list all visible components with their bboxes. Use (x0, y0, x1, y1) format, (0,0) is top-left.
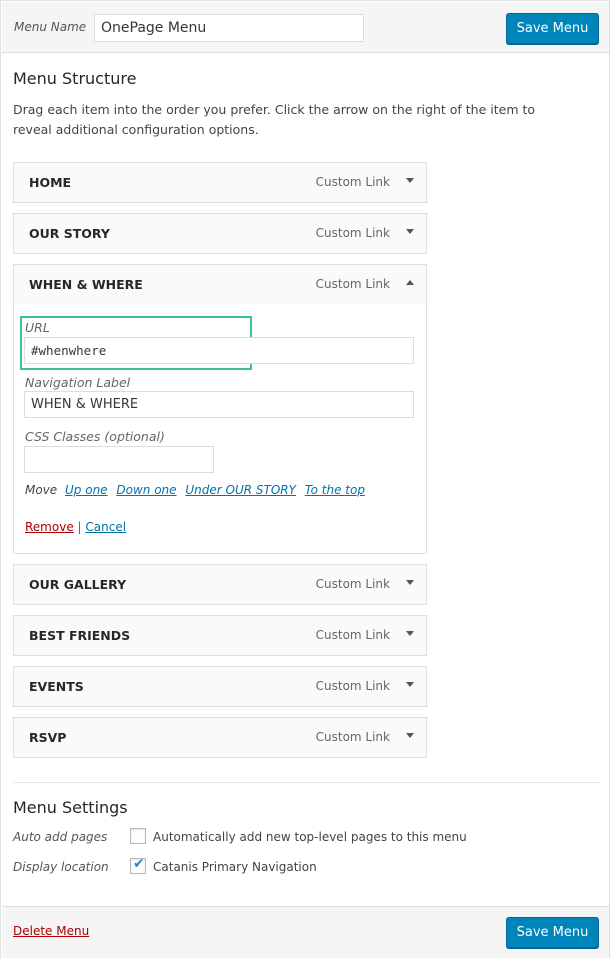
url-label: URL (25, 320, 50, 335)
url-input[interactable] (24, 337, 414, 364)
save-menu-button-bottom[interactable]: Save Menu (506, 917, 599, 948)
link-separator: | (77, 520, 82, 534)
auto-add-pages-checkbox[interactable] (130, 828, 146, 844)
move-to-top-link[interactable]: To the top (305, 483, 365, 497)
display-location-checkbox[interactable]: ✔ (130, 856, 146, 874)
menu-item-type: Custom Link (315, 226, 390, 240)
menu-item-title: RSVP (29, 730, 67, 745)
expand-arrow-icon[interactable] (406, 178, 414, 183)
auto-add-pages-text[interactable]: Automatically add new top-level pages to… (153, 830, 467, 844)
move-up-one-link[interactable]: Up one (65, 483, 108, 497)
save-menu-button-top[interactable]: Save Menu (506, 13, 599, 44)
cancel-link[interactable]: Cancel (85, 520, 126, 534)
display-location-label: Display location (13, 860, 109, 874)
menu-item-best-friends[interactable]: BEST FRIENDS Custom Link (13, 615, 427, 656)
menu-item-type: Custom Link (315, 277, 390, 291)
move-links-row: Move Up one Down one Under OUR STORY To … (25, 483, 370, 497)
menu-item-title: BEST FRIENDS (29, 628, 131, 643)
menu-header: Menu Name Save Menu (2, 2, 609, 53)
menu-item-type: Custom Link (315, 679, 390, 693)
move-down-one-link[interactable]: Down one (116, 483, 176, 497)
menu-item-type: Custom Link (315, 628, 390, 642)
expand-arrow-icon[interactable] (406, 733, 414, 738)
section-divider (13, 782, 599, 783)
remove-cancel-row: Remove | Cancel (25, 520, 131, 534)
expand-arrow-icon[interactable] (406, 682, 414, 687)
expand-arrow-icon[interactable] (406, 229, 414, 234)
menu-item-settings-panel: URL Navigation Label CSS Classes (option… (13, 304, 427, 554)
menu-editor-frame: Menu Name Save Menu Menu Structure Drag … (0, 0, 610, 958)
move-label: Move (25, 483, 58, 497)
menu-structure-instructions: Drag each item into the order you prefer… (13, 102, 536, 137)
collapse-arrow-icon[interactable] (406, 280, 414, 285)
menu-item-title: WHEN & WHERE (29, 277, 143, 292)
navigation-label-label: Navigation Label (25, 375, 131, 390)
menu-item-home[interactable]: HOME Custom Link (13, 162, 427, 203)
menu-settings-title: Menu Settings (13, 798, 128, 817)
menu-item-title: OUR GALLERY (29, 577, 127, 592)
menu-item-title: OUR STORY (29, 226, 110, 241)
menu-name-label: Menu Name (14, 20, 87, 34)
menu-item-type: Custom Link (315, 577, 390, 591)
remove-link[interactable]: Remove (25, 520, 74, 534)
delete-menu-link[interactable]: Delete Menu (13, 924, 89, 938)
menu-item-when-where[interactable]: WHEN & WHERE Custom Link (13, 264, 427, 305)
css-classes-label: CSS Classes (optional) (25, 429, 165, 444)
menu-item-type: Custom Link (315, 730, 390, 744)
expand-arrow-icon[interactable] (406, 631, 414, 636)
navigation-label-input[interactable] (24, 391, 414, 418)
checkmark-icon: ✔ (133, 856, 145, 872)
expand-arrow-icon[interactable] (406, 580, 414, 585)
menu-item-title: EVENTS (29, 679, 84, 694)
menu-footer: Delete Menu Save Menu (2, 906, 609, 958)
menu-item-rsvp[interactable]: RSVP Custom Link (13, 717, 427, 758)
css-classes-input[interactable] (24, 446, 214, 473)
menu-item-events[interactable]: EVENTS Custom Link (13, 666, 427, 707)
menu-item-our-gallery[interactable]: OUR GALLERY Custom Link (13, 564, 427, 605)
auto-add-pages-label: Auto add pages (13, 830, 108, 844)
menu-item-title: HOME (29, 175, 72, 190)
menu-item-our-story[interactable]: OUR STORY Custom Link (13, 213, 427, 254)
move-under-link[interactable]: Under OUR STORY (185, 483, 296, 497)
menu-structure-title: Menu Structure (13, 69, 137, 88)
display-location-text[interactable]: Catanis Primary Navigation (153, 860, 317, 874)
menu-item-type: Custom Link (315, 175, 390, 189)
menu-name-input[interactable] (94, 14, 364, 42)
